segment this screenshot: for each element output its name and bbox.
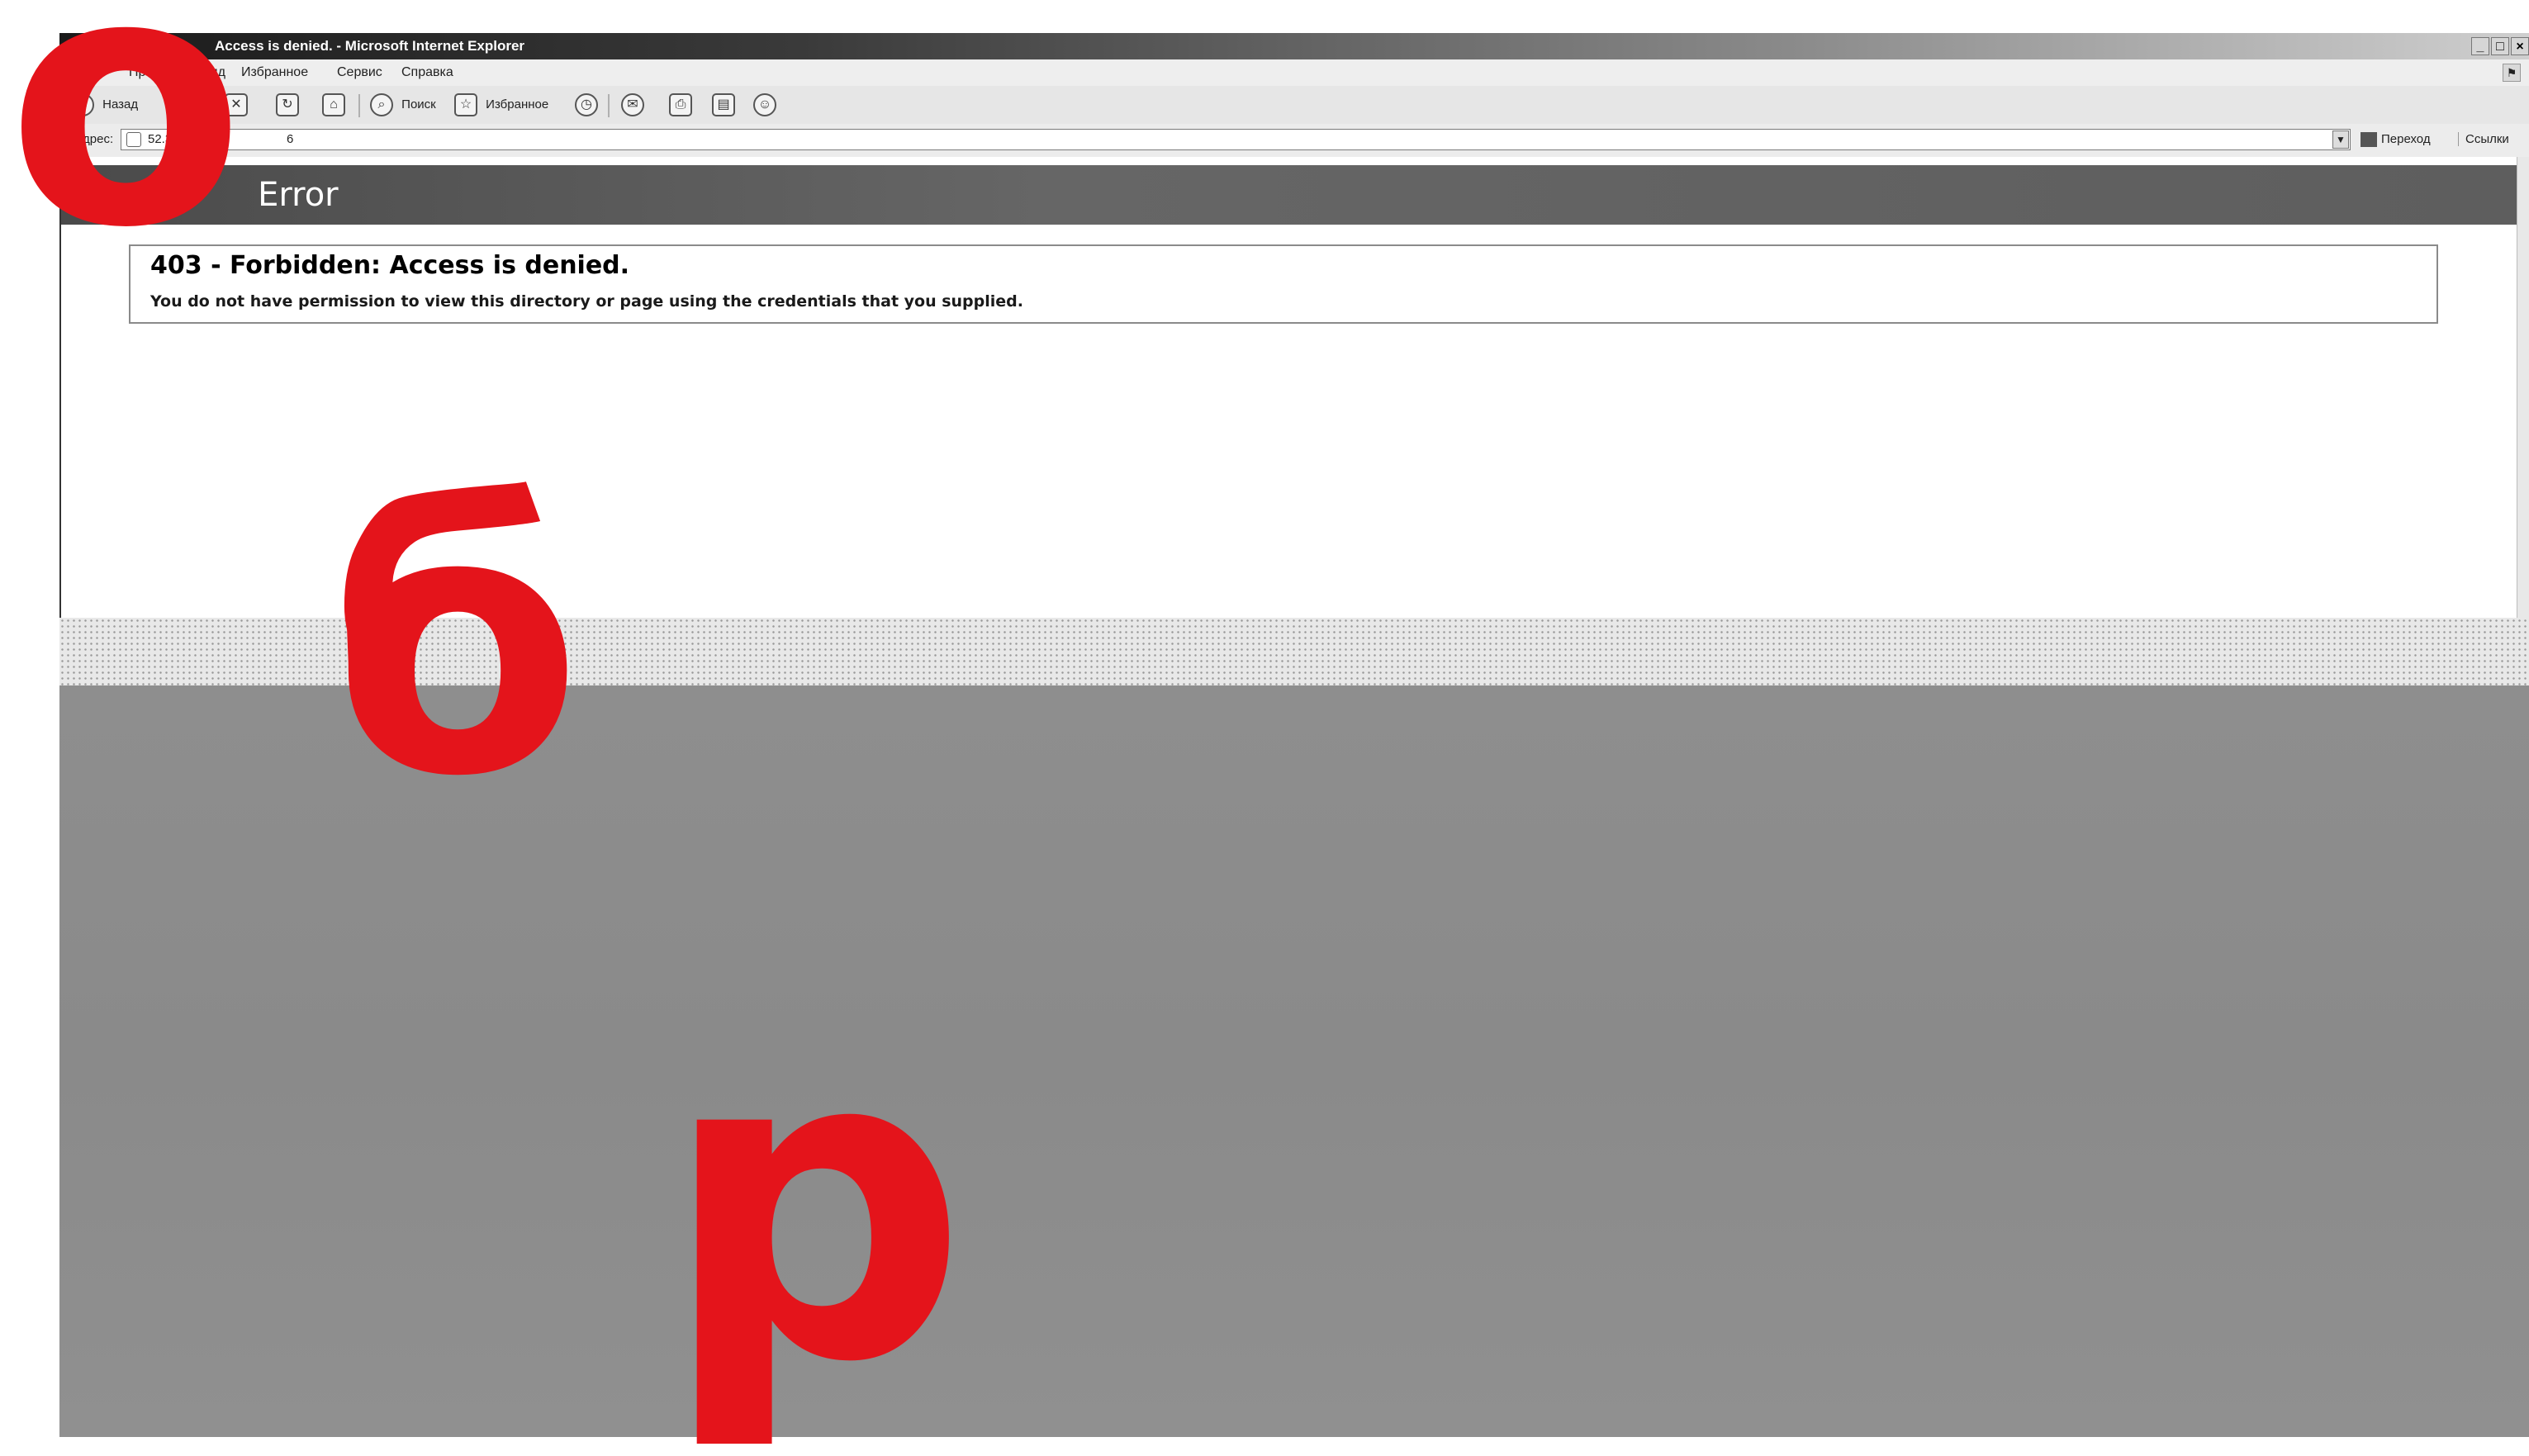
- address-input[interactable]: 52.3 6: [121, 129, 2351, 150]
- home-button[interactable]: ⌂: [322, 92, 345, 117]
- overlay-letter-p: р: [661, 956, 969, 1456]
- minimize-button[interactable]: _: [2471, 37, 2489, 55]
- window-title: Access is denied. - Microsoft Internet E…: [215, 38, 525, 54]
- menu-help[interactable]: Справка: [401, 59, 453, 86]
- windows-flag-icon: ⚑: [2503, 64, 2521, 82]
- history-button[interactable]: ◷: [575, 92, 598, 117]
- toolbar-separator: [608, 94, 610, 117]
- menu-favorites[interactable]: Избранное: [241, 59, 308, 86]
- title-bar[interactable]: Access is denied. - Microsoft Internet E…: [59, 33, 2529, 59]
- maximize-button[interactable]: □: [2491, 37, 2509, 55]
- star-icon: ☆: [454, 93, 477, 117]
- menu-tools[interactable]: Сервис: [337, 59, 382, 86]
- print-icon: ⎙: [669, 93, 692, 117]
- search-button[interactable]: ⌕ Поиск: [370, 92, 436, 117]
- address-dropdown-button[interactable]: ▼: [2332, 130, 2349, 149]
- go-button[interactable]: Переход: [2361, 132, 2431, 148]
- address-bar: Адрес: 52.3 6 ▼ Переход Ссылки: [59, 124, 2529, 158]
- search-icon: ⌕: [370, 93, 393, 117]
- mail-icon: ✉: [621, 93, 644, 117]
- print-button[interactable]: ⎙: [669, 92, 692, 117]
- address-url-tail: 6: [287, 132, 294, 146]
- go-arrow-icon: [2361, 132, 2377, 148]
- go-label: Переход: [2381, 132, 2431, 146]
- error-message: You do not have permission to view this …: [150, 292, 1023, 311]
- links-button[interactable]: Ссылки: [2458, 132, 2509, 146]
- overlay-letter-o: о: [7, 0, 245, 304]
- refresh-icon: ↻: [276, 93, 299, 117]
- menu-bar: Файл Правка Вид Избранное Сервис Справка…: [59, 59, 2529, 87]
- messenger-icon: ☺: [753, 93, 776, 117]
- favorites-button[interactable]: ☆ Избранное: [454, 92, 548, 117]
- messenger-button[interactable]: ☺: [753, 92, 776, 117]
- home-icon: ⌂: [322, 93, 345, 117]
- edit-button[interactable]: ▤: [712, 92, 735, 117]
- search-label: Поиск: [401, 97, 436, 112]
- mail-button[interactable]: ✉: [621, 92, 644, 117]
- toolbar: ← Назад ✕ ↻ ⌂ ⌕ Поиск ☆ Избранное ◷ ✉ ⎙: [59, 86, 2529, 125]
- edit-icon: ▤: [712, 93, 735, 117]
- error-header: S Error: [61, 165, 2521, 225]
- error-header-title: Error: [258, 176, 339, 214]
- error-box: 403 - Forbidden: Access is denied. You d…: [129, 244, 2438, 324]
- toolbar-separator: [358, 94, 360, 117]
- vertical-scrollbar[interactable]: [2517, 157, 2529, 618]
- close-button[interactable]: ×: [2511, 37, 2529, 55]
- history-icon: ◷: [575, 93, 598, 117]
- favorites-label: Избранное: [486, 97, 549, 112]
- overlay-letter-b: б: [329, 433, 583, 856]
- refresh-button[interactable]: ↻: [276, 92, 299, 117]
